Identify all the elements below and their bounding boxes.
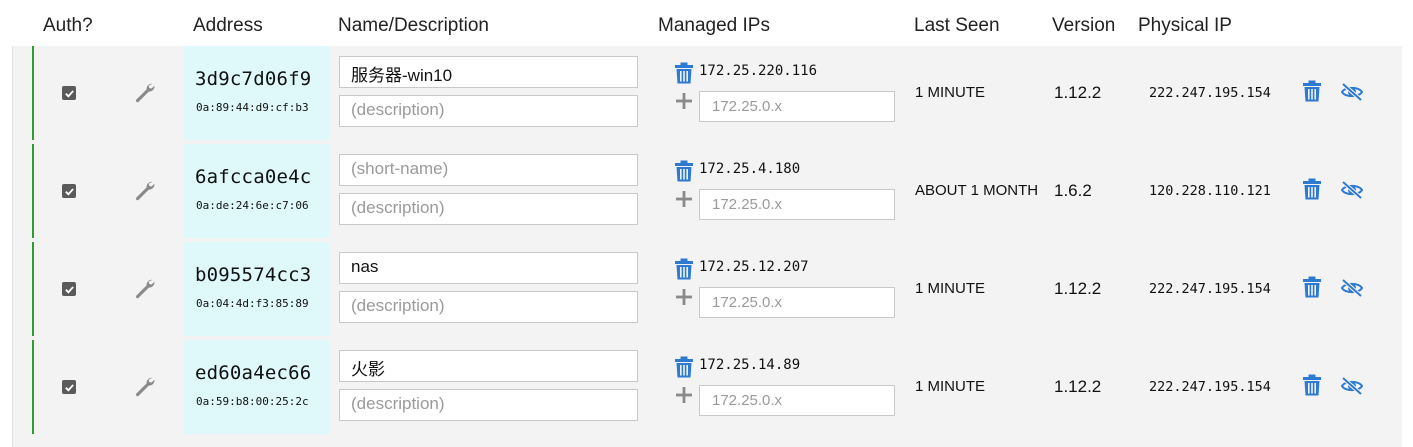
delete-member-trash-icon[interactable]: [1302, 276, 1322, 298]
address-cell: b095574cc3 0a:04:4d:f3:85:89: [184, 242, 329, 336]
member-id: 3d9c7d06f9: [195, 68, 312, 90]
wrench-icon[interactable]: [132, 374, 156, 398]
member-row: 3d9c7d06f9 0a:89:44:d9:cf:b3 服务器-win10 (…: [32, 46, 1371, 140]
last-seen: 1 MINUTE: [915, 378, 986, 395]
header-physical-ip: Physical IP: [1138, 15, 1232, 36]
name-input[interactable]: (short-name): [339, 154, 638, 186]
member-id: 6afcca0e4c: [195, 166, 312, 188]
version: 1.12.2: [1054, 279, 1102, 298]
last-seen: 1 MINUTE: [915, 84, 986, 101]
auth-checkbox[interactable]: [62, 282, 76, 296]
auth-checkbox[interactable]: [62, 380, 76, 394]
eye-slash-icon[interactable]: [1340, 277, 1364, 299]
wrench-icon[interactable]: [132, 276, 156, 300]
add-ip-plus-icon[interactable]: [675, 288, 693, 306]
managed-ip: 172.25.4.180: [699, 161, 801, 177]
checkmark-icon: [64, 89, 74, 98]
auth-checkbox[interactable]: [62, 184, 76, 198]
version: 1.6.2: [1054, 181, 1092, 200]
member-mac: 0a:04:4d:f3:85:89: [196, 297, 309, 310]
add-ip-input[interactable]: 172.25.0.x: [699, 287, 895, 318]
description-input[interactable]: (description): [339, 193, 638, 225]
eye-slash-icon[interactable]: [1340, 179, 1364, 201]
member-mac: 0a:59:b8:00:25:2c: [196, 395, 309, 408]
delete-member-trash-icon[interactable]: [1302, 178, 1322, 200]
eye-slash-icon[interactable]: [1340, 375, 1364, 397]
member-mac: 0a:de:24:6e:c7:06: [196, 199, 309, 212]
physical-ip: 222.247.195.154: [1149, 85, 1271, 101]
member-id: b095574cc3: [195, 264, 312, 286]
member-row: 6afcca0e4c 0a:de:24:6e:c7:06 (short-name…: [32, 144, 1371, 238]
checkmark-icon: [64, 383, 74, 392]
physical-ip: 222.247.195.154: [1149, 281, 1271, 297]
managed-ip: 172.25.220.116: [699, 63, 818, 79]
member-row: ed60a4ec66 0a:59:b8:00:25:2c 火影 (descrip…: [32, 340, 1371, 434]
add-ip-input[interactable]: 172.25.0.x: [699, 91, 895, 122]
checkmark-icon: [64, 285, 74, 294]
last-seen: 1 MINUTE: [915, 280, 986, 297]
checkmark-icon: [64, 187, 74, 196]
address-cell: 6afcca0e4c 0a:de:24:6e:c7:06: [184, 144, 329, 238]
managed-ip: 172.25.14.89: [699, 357, 801, 373]
member-row: b095574cc3 0a:04:4d:f3:85:89 nas (descri…: [32, 242, 1371, 336]
last-seen: ABOUT 1 MONTH: [915, 182, 1039, 199]
eye-slash-icon[interactable]: [1340, 81, 1364, 103]
remove-ip-trash-icon[interactable]: [674, 258, 694, 280]
delete-member-trash-icon[interactable]: [1302, 80, 1322, 102]
physical-ip: 120.228.110.121: [1149, 183, 1271, 199]
wrench-icon[interactable]: [132, 178, 156, 202]
add-ip-plus-icon[interactable]: [675, 386, 693, 404]
description-input[interactable]: (description): [339, 95, 638, 127]
member-id: ed60a4ec66: [195, 362, 312, 384]
member-mac: 0a:89:44:d9:cf:b3: [196, 101, 309, 114]
header-version: Version: [1052, 15, 1116, 36]
remove-ip-trash-icon[interactable]: [674, 160, 694, 182]
remove-ip-trash-icon[interactable]: [674, 356, 694, 378]
header-address: Address: [193, 15, 263, 36]
auth-checkbox[interactable]: [62, 86, 76, 100]
wrench-icon[interactable]: [132, 80, 156, 104]
address-cell: 3d9c7d06f9 0a:89:44:d9:cf:b3: [184, 46, 329, 140]
header-name: Name/Description: [338, 15, 489, 36]
delete-member-trash-icon[interactable]: [1302, 374, 1322, 396]
add-ip-plus-icon[interactable]: [675, 190, 693, 208]
remove-ip-trash-icon[interactable]: [674, 62, 694, 84]
version: 1.12.2: [1054, 377, 1102, 396]
header-last-seen: Last Seen: [914, 15, 1000, 36]
add-ip-plus-icon[interactable]: [675, 92, 693, 110]
name-input[interactable]: nas: [339, 252, 638, 284]
name-input[interactable]: 服务器-win10: [339, 56, 638, 88]
add-ip-input[interactable]: 172.25.0.x: [699, 385, 895, 416]
header-managed-ips: Managed IPs: [658, 15, 770, 36]
table-header: Auth? Address Name/Description Managed I…: [0, 0, 1413, 46]
description-input[interactable]: (description): [339, 389, 638, 421]
name-input[interactable]: 火影: [339, 350, 638, 382]
physical-ip: 222.247.195.154: [1149, 379, 1271, 395]
add-ip-input[interactable]: 172.25.0.x: [699, 189, 895, 220]
version: 1.12.2: [1054, 83, 1102, 102]
description-input[interactable]: (description): [339, 291, 638, 323]
header-auth: Auth?: [43, 15, 93, 36]
address-cell: ed60a4ec66 0a:59:b8:00:25:2c: [184, 340, 329, 434]
managed-ip: 172.25.12.207: [699, 259, 809, 275]
